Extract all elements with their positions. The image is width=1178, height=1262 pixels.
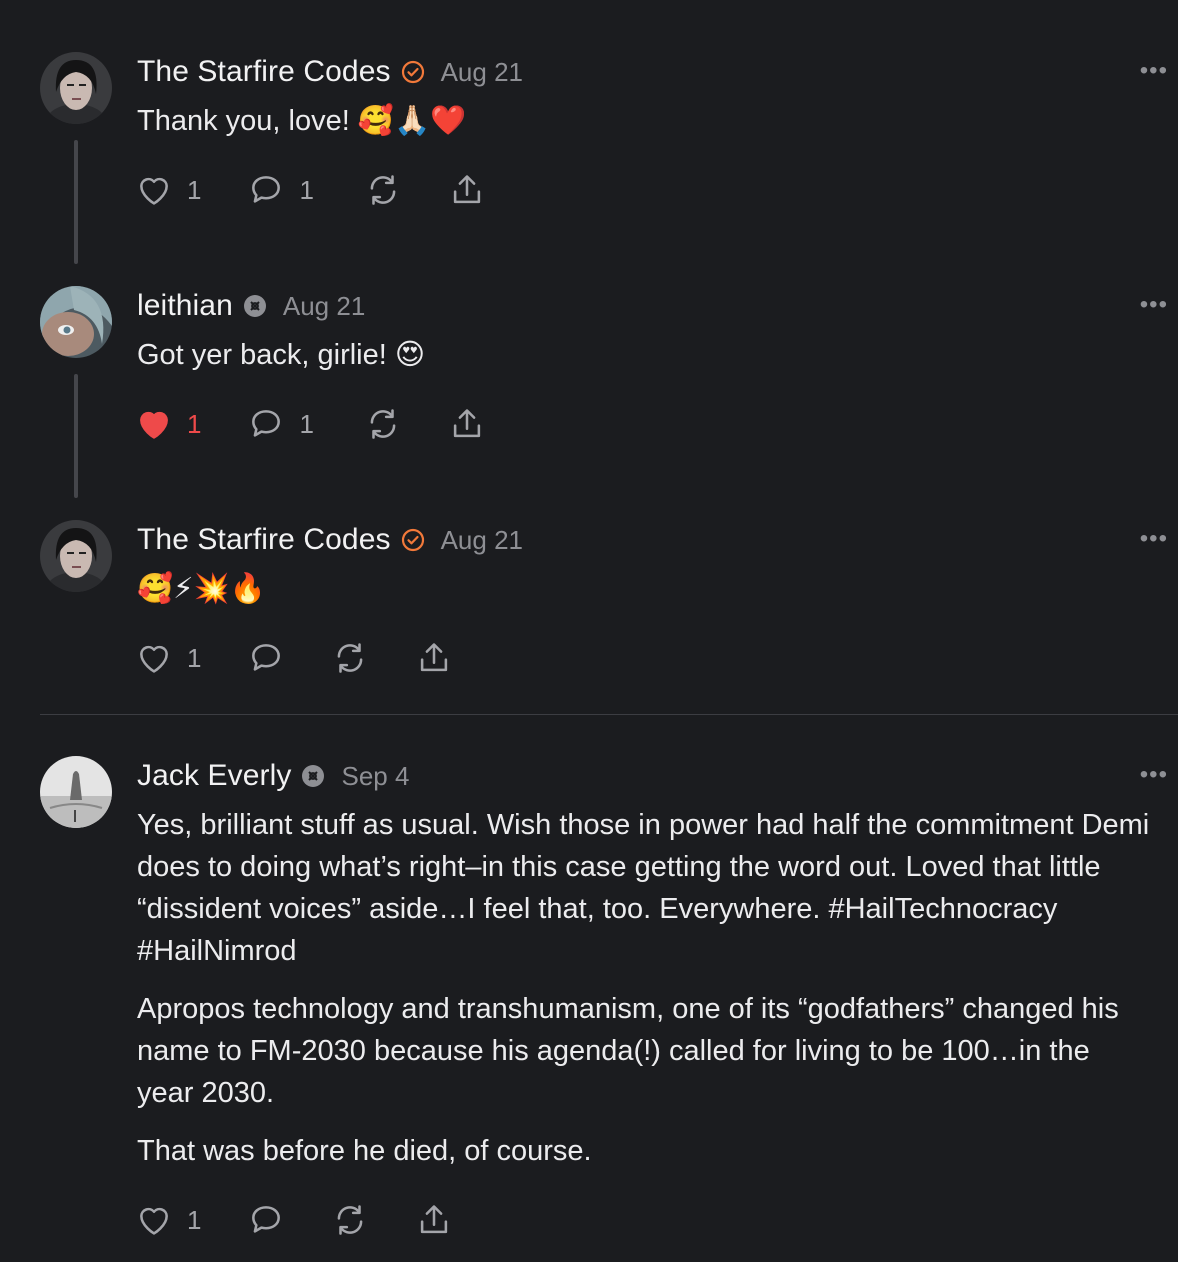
restack-icon: [338, 643, 363, 673]
comment-paragraph: 🥰⚡💥🔥: [137, 573, 266, 605]
reply-button[interactable]: [247, 1201, 285, 1239]
reply-button[interactable]: [247, 639, 285, 677]
author-name[interactable]: The Starfire Codes: [137, 523, 391, 557]
heart-icon: [140, 1207, 168, 1235]
restack-button[interactable]: [331, 1201, 369, 1239]
more-options-button[interactable]: •••: [1140, 527, 1168, 551]
like-button[interactable]: 1: [135, 1201, 201, 1239]
avatar[interactable]: [40, 286, 112, 358]
avatar[interactable]: [40, 756, 112, 828]
reply-button[interactable]: 1: [247, 171, 314, 209]
reply-count: 1: [299, 408, 314, 439]
author-name[interactable]: The Starfire Codes: [137, 55, 391, 89]
comment-text: Got yer back, girlie! 😍: [137, 334, 1150, 392]
share-icon: [453, 409, 481, 438]
restack-icon: [370, 175, 396, 205]
comments-thread: The Starfire Codes Aug 21 ••• Thank you,…: [0, 0, 1178, 1262]
like-count: 1: [187, 174, 202, 205]
comment-text: Thank you, love! 🥰🙏🏻❤️: [137, 100, 1150, 158]
heart-icon: [140, 177, 168, 205]
avatar[interactable]: [40, 520, 112, 592]
restack-button[interactable]: [364, 405, 402, 443]
heart-filled-icon: [140, 411, 168, 439]
author-name[interactable]: leithian: [137, 289, 233, 323]
restack-button[interactable]: [364, 171, 402, 209]
comment-bubble-icon: [252, 410, 281, 437]
restack-button[interactable]: [331, 639, 369, 677]
more-options-button[interactable]: •••: [1140, 763, 1168, 787]
heart-icon: [140, 645, 168, 673]
like-count: 1: [187, 1204, 202, 1235]
share-button[interactable]: [448, 405, 486, 443]
divider: [40, 714, 1178, 715]
comment-text: Yes, brilliant stuff as usual. Wish thos…: [137, 804, 1150, 1188]
comment-bubble-icon: [252, 1206, 281, 1233]
share-icon: [421, 1205, 448, 1234]
like-count: 1: [187, 408, 202, 439]
subscriber-badge-icon: [243, 294, 267, 318]
subscriber-badge-icon: [301, 764, 325, 788]
comment-paragraph: Thank you, love! 🥰🙏🏻❤️: [137, 105, 467, 137]
like-button[interactable]: 1: [135, 405, 201, 443]
more-options-button[interactable]: •••: [1140, 59, 1168, 83]
comment-date[interactable]: Aug 21: [441, 525, 523, 556]
comment-bubble-icon: [252, 644, 281, 671]
share-icon: [453, 175, 481, 204]
thread-line: [74, 140, 78, 264]
comment-paragraph: That was before he died, of course.: [137, 1135, 592, 1167]
comment-paragraph: Apropos technology and transhumanism, on…: [137, 993, 1119, 1109]
share-icon: [421, 643, 448, 672]
comment-date[interactable]: Aug 21: [441, 57, 523, 88]
comment-bubble-icon: [252, 176, 281, 203]
avatar[interactable]: [40, 52, 112, 124]
verified-check-icon: [401, 60, 425, 84]
comment-paragraph: Yes, brilliant stuff as usual. Wish thos…: [137, 809, 1150, 967]
comment-text: 🥰⚡💥🔥: [137, 568, 1150, 626]
author-name[interactable]: Jack Everly: [137, 759, 291, 793]
like-button[interactable]: 1: [135, 639, 201, 677]
like-count: 1: [187, 642, 202, 673]
reply-button[interactable]: 1: [247, 405, 314, 443]
comment-date[interactable]: Aug 21: [283, 291, 365, 322]
more-options-button[interactable]: •••: [1140, 293, 1168, 317]
like-button[interactable]: 1: [135, 171, 201, 209]
verified-check-icon: [401, 528, 425, 552]
restack-icon: [338, 1205, 363, 1235]
reply-count: 1: [299, 174, 314, 205]
share-button[interactable]: [448, 171, 486, 209]
comment-paragraph: Got yer back, girlie! 😍: [137, 339, 426, 371]
comment-date[interactable]: Sep 4: [341, 761, 409, 792]
share-button[interactable]: [415, 639, 453, 677]
share-button[interactable]: [415, 1201, 453, 1239]
thread-line: [74, 374, 78, 498]
restack-icon: [370, 409, 396, 439]
